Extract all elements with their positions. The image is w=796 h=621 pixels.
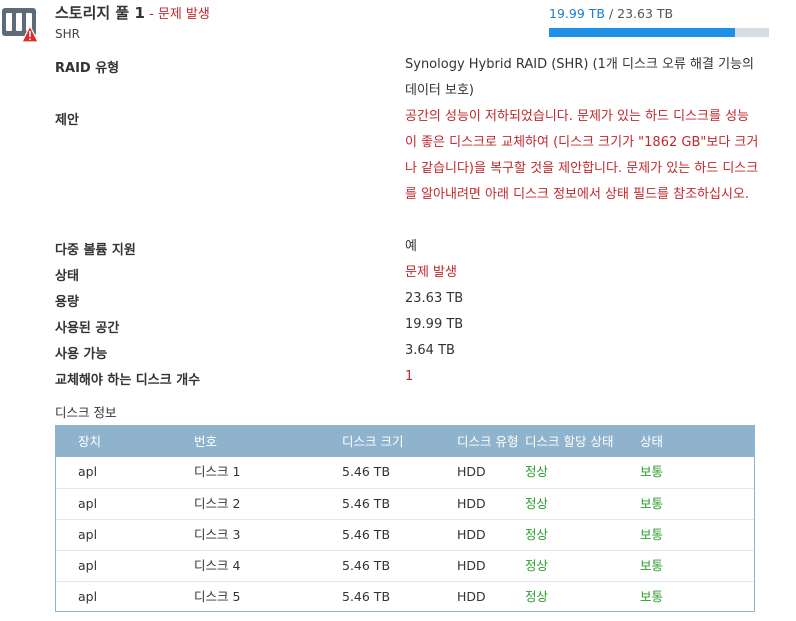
- cell-size: 5.46 TB: [342, 496, 391, 511]
- cell-status: 보통: [640, 496, 664, 511]
- replace-value: 1: [405, 369, 414, 384]
- column-header-size[interactable]: 디스크 크기: [342, 426, 403, 457]
- cell-size: 5.46 TB: [342, 464, 391, 479]
- table-row[interactable]: apl 디스크 4 5.46 TB HDD 정상 보통: [56, 550, 754, 581]
- cell-alloc: 정상: [525, 464, 549, 479]
- cell-device: apl: [78, 558, 98, 573]
- used-value: 19.99 TB: [405, 317, 464, 332]
- cell-alloc: 정상: [525, 527, 549, 542]
- cell-status: 보통: [640, 464, 664, 479]
- disk-info-title: 디스크 정보: [55, 405, 117, 420]
- column-header-status[interactable]: 상태: [640, 426, 663, 457]
- cell-alloc: 정상: [525, 589, 549, 604]
- column-header-number[interactable]: 번호: [194, 426, 217, 457]
- storage-pool-icon: [2, 8, 38, 43]
- usage-text: 19.99 TB / 23.63 TB: [549, 6, 674, 21]
- cell-type: HDD: [457, 558, 486, 573]
- cell-type: HDD: [457, 527, 486, 542]
- cell-device: apl: [78, 496, 98, 511]
- cell-type: HDD: [457, 589, 486, 604]
- cell-type: HDD: [457, 496, 486, 511]
- suggestion-value: 공간의 성능이 저하되었습니다. 문제가 있는 하드 디스크를 성능이 좋은 디…: [405, 109, 759, 202]
- cell-alloc: 정상: [525, 558, 549, 573]
- cell-number: 디스크 3: [194, 527, 241, 542]
- cell-status: 보통: [640, 527, 664, 542]
- table-row[interactable]: apl 디스크 1 5.46 TB HDD 정상 보통: [56, 457, 754, 488]
- column-header-device[interactable]: 장치: [78, 426, 101, 457]
- cell-type: HDD: [457, 464, 486, 479]
- table-row[interactable]: apl 디스크 2 5.46 TB HDD 정상 보통: [56, 488, 754, 519]
- cell-number: 디스크 4: [194, 558, 241, 573]
- pool-status: 문제 발생: [157, 7, 210, 22]
- pool-title-row: 스토리지 풀 1 - 문제 발생: [55, 4, 210, 22]
- column-header-alloc[interactable]: 디스크 할당 상태: [525, 426, 613, 457]
- table-row[interactable]: apl 디스크 3 5.46 TB HDD 정상 보통: [56, 519, 754, 550]
- column-header-type[interactable]: 디스크 유형: [457, 426, 518, 457]
- suggestion-label: 제안: [55, 113, 79, 128]
- capacity-value: 23.63 TB: [405, 291, 464, 306]
- pool-title: 스토리지 풀 1: [55, 4, 145, 22]
- status-label: 상태: [55, 269, 79, 284]
- disk-table: 장치 번호 디스크 크기 디스크 유형 디스크 할당 상태 상태 apl 디스크…: [55, 425, 755, 612]
- usage-bar: [549, 28, 769, 37]
- cell-alloc: 정상: [525, 496, 549, 511]
- raid-value: Synology Hybrid RAID (SHR) (1개 디스크 오류 해결…: [405, 57, 754, 98]
- cell-size: 5.46 TB: [342, 558, 391, 573]
- usage-used: 19.99 TB: [549, 6, 605, 21]
- disk-table-header: 장치 번호 디스크 크기 디스크 유형 디스크 할당 상태 상태: [56, 426, 754, 457]
- multi-volume-value: 예: [405, 239, 417, 254]
- cell-status: 보통: [640, 589, 664, 604]
- multi-volume-label: 다중 볼륨 지원: [55, 243, 136, 258]
- usage-total: 23.63 TB: [617, 6, 674, 21]
- replace-label: 교체해야 하는 디스크 개수: [55, 373, 201, 388]
- status-value: 문제 발생: [405, 265, 457, 280]
- cell-device: apl: [78, 527, 98, 542]
- usage-bar-fill: [549, 28, 736, 37]
- used-label: 사용된 공간: [55, 321, 120, 336]
- raid-label: RAID 유형: [55, 61, 120, 76]
- cell-device: apl: [78, 589, 98, 604]
- cell-size: 5.46 TB: [342, 589, 391, 604]
- table-row[interactable]: apl 디스크 5 5.46 TB HDD 정상 보통: [56, 581, 754, 612]
- available-label: 사용 가능: [55, 347, 108, 362]
- cell-number: 디스크 5: [194, 589, 241, 604]
- capacity-label: 용량: [55, 295, 79, 310]
- available-value: 3.64 TB: [405, 343, 455, 358]
- pool-subtitle: SHR: [55, 27, 80, 41]
- cell-size: 5.46 TB: [342, 527, 391, 542]
- cell-device: apl: [78, 464, 98, 479]
- cell-status: 보통: [640, 558, 664, 573]
- cell-number: 디스크 2: [194, 496, 241, 511]
- cell-number: 디스크 1: [194, 464, 241, 479]
